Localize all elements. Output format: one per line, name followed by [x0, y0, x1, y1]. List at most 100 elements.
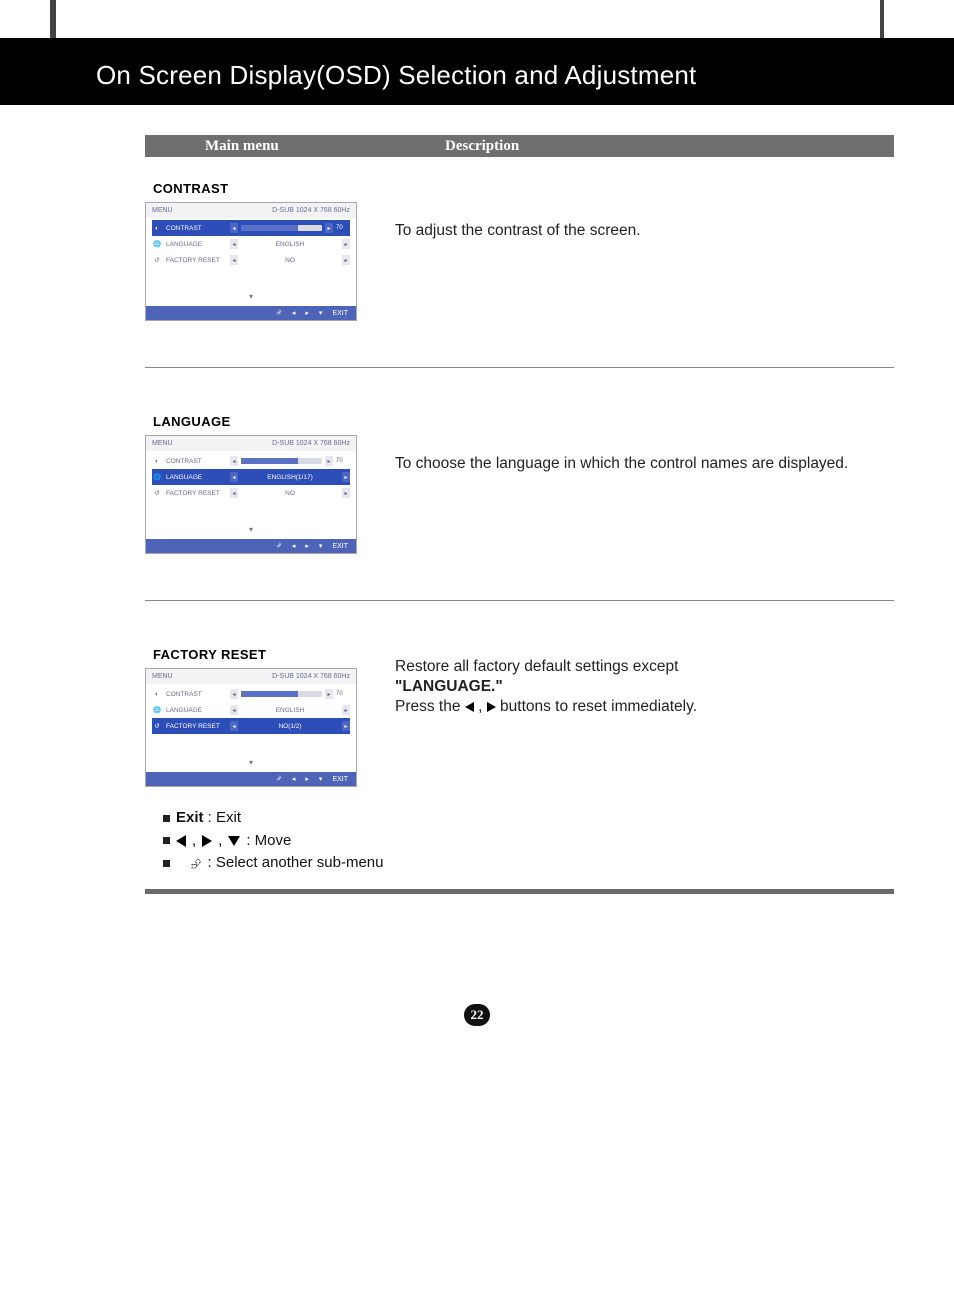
right-arrow-icon: ▸	[342, 472, 350, 482]
bottom-rule	[145, 889, 894, 894]
left-arrow-icon: ◂	[230, 705, 238, 715]
back-icon: ↺	[152, 722, 162, 730]
right-arrow-icon: ▸	[342, 721, 350, 731]
osd-footer: ⮵ ◂ ▸ ▾ EXIT	[146, 306, 356, 320]
right-triangle-icon	[202, 835, 212, 847]
section-language: LANGUAGE MENU D-SUB 1024 X 768 60Hz ◐ CO…	[145, 414, 894, 554]
right-arrow-icon: ▸	[342, 239, 350, 249]
language-title: LANGUAGE	[153, 414, 395, 429]
osd-signal-label: D-SUB 1024 X 768 60Hz	[272, 673, 350, 680]
osd-screenshot-language: MENU D-SUB 1024 X 768 60Hz ◐ CONTRAST ◂▸…	[145, 435, 357, 554]
globe-icon: 🌐	[152, 706, 162, 714]
right-arrow-icon: ▸	[325, 223, 333, 233]
right-triangle-icon	[487, 702, 496, 712]
left-triangle-icon	[176, 835, 186, 847]
osd-row-factory: ↺ FACTORY RESET ◂NO▸	[152, 485, 350, 501]
home-icon: ⮵	[276, 542, 282, 550]
chevron-down-icon: ▾	[152, 292, 350, 302]
globe-icon: 🌐	[152, 240, 162, 248]
home-icon: ⮵	[276, 309, 282, 317]
left-arrow-icon: ◂	[292, 775, 296, 783]
osd-row-contrast: ◐ CONTRAST ◂▸70	[152, 686, 350, 702]
down-arrow-icon: ▾	[319, 542, 323, 550]
right-arrow-icon: ▸	[305, 309, 309, 317]
osd-menu-label: MENU	[152, 207, 173, 214]
osd-row-factory: ↺ FACTORY RESET ◂NO▸	[152, 252, 350, 268]
down-triangle-icon	[228, 836, 240, 846]
left-arrow-icon: ◂	[230, 239, 238, 249]
osd-menu-label: MENU	[152, 673, 173, 680]
chevron-down-icon: ▾	[152, 758, 350, 768]
back-icon: ↺	[152, 489, 162, 497]
legend-move-label: : Move	[246, 830, 291, 853]
contrast-icon: ◐	[152, 691, 162, 698]
contrast-description: To adjust the contrast of the screen.	[395, 181, 894, 241]
legend-submenu: ⮵ : Select another sub-menu	[163, 852, 894, 875]
contrast-icon: ◐	[152, 225, 162, 232]
right-arrow-icon: ▸	[305, 542, 309, 550]
separator	[145, 600, 894, 601]
header-description: Description	[445, 138, 519, 155]
legend-exit-rest: : Exit	[204, 809, 242, 826]
legend-exit-bold: Exit	[176, 809, 204, 826]
osd-row-language: 🌐 LANGUAGE ◂ENGLISH(1/17)▸	[152, 469, 350, 485]
factory-desc-line1: Restore all factory default settings exc…	[395, 658, 678, 675]
bullet-icon	[163, 837, 170, 844]
factory-desc-bold: "LANGUAGE."	[395, 678, 503, 695]
header-main-menu: Main menu	[205, 138, 445, 155]
separator	[145, 367, 894, 368]
factory-description: Restore all factory default settings exc…	[395, 647, 894, 717]
contrast-title: CONTRAST	[153, 181, 395, 196]
down-arrow-icon: ▾	[319, 775, 323, 783]
factory-press-pre: Press the	[395, 698, 465, 715]
column-headers: Main menu Description	[145, 135, 894, 157]
osd-row-language: 🌐 LANGUAGE ◂ENGLISH▸	[152, 236, 350, 252]
osd-menu-label: MENU	[152, 440, 173, 447]
globe-icon: 🌐	[152, 473, 162, 481]
page-title: On Screen Display(OSD) Selection and Adj…	[96, 60, 696, 90]
left-arrow-icon: ◂	[230, 472, 238, 482]
osd-row-language: 🌐 LANGUAGE ◂ENGLISH▸	[152, 702, 350, 718]
page-number: 22	[464, 1004, 490, 1026]
right-arrow-icon: ▸	[325, 689, 333, 699]
left-arrow-icon: ◂	[230, 456, 238, 466]
right-arrow-icon: ▸	[342, 255, 350, 265]
legend-move: , , : Move	[163, 830, 894, 853]
osd-footer: ⮵◂▸▾EXIT	[146, 539, 356, 553]
osd-screenshot-factory: MENU D-SUB 1024 X 768 60Hz ◐ CONTRAST ◂▸…	[145, 668, 357, 787]
back-icon: ↺	[152, 256, 162, 264]
bullet-icon	[163, 815, 170, 822]
bullet-icon	[163, 860, 170, 867]
osd-row-contrast: ◐ CONTRAST ◂▸70	[152, 453, 350, 469]
left-arrow-icon: ◂	[230, 223, 238, 233]
osd-footer: ⮵ ◂ ▸ ▾ EXIT	[146, 772, 356, 786]
left-arrow-icon: ◂	[230, 721, 238, 731]
down-arrow-icon: ▾	[319, 309, 323, 317]
right-arrow-icon: ▸	[342, 705, 350, 715]
factory-title: FACTORY RESET	[153, 647, 395, 662]
left-arrow-icon: ◂	[292, 309, 296, 317]
home-icon: ⮵	[190, 853, 201, 874]
left-triangle-icon	[465, 702, 474, 712]
left-arrow-icon: ◂	[230, 488, 238, 498]
legend-exit: Exit : Exit	[163, 807, 894, 830]
legend: Exit : Exit , , : Move ⮵ : Select anothe…	[163, 807, 894, 875]
section-factory-reset: FACTORY RESET MENU D-SUB 1024 X 768 60Hz…	[145, 647, 894, 787]
osd-exit-label: EXIT	[332, 310, 348, 317]
page-title-band: On Screen Display(OSD) Selection and Adj…	[0, 38, 954, 105]
left-arrow-icon: ◂	[230, 689, 238, 699]
left-arrow-icon: ◂	[292, 542, 296, 550]
top-crop-marks	[0, 0, 954, 38]
chevron-down-icon: ▾	[152, 525, 350, 535]
osd-exit-label: EXIT	[332, 776, 348, 783]
legend-submenu-label: : Select another sub-menu	[208, 852, 384, 875]
contrast-icon: ◐	[152, 458, 162, 465]
home-icon: ⮵	[276, 775, 282, 783]
left-arrow-icon: ◂	[230, 255, 238, 265]
factory-press-post: buttons to reset immediately.	[500, 698, 697, 715]
right-arrow-icon: ▸	[305, 775, 309, 783]
osd-screenshot-contrast: MENU D-SUB 1024 X 768 60Hz ◐ CONTRAST ◂▸…	[145, 202, 357, 321]
language-description: To choose the language in which the cont…	[395, 414, 894, 474]
right-arrow-icon: ▸	[342, 488, 350, 498]
osd-signal-label: D-SUB 1024 X 768 60Hz	[272, 440, 350, 447]
